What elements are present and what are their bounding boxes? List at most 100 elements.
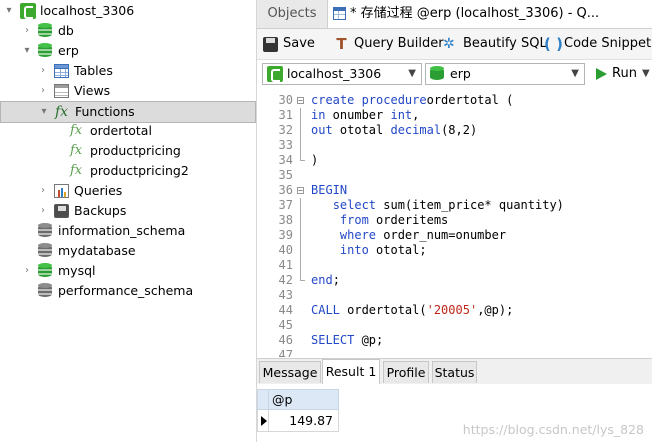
grid-cell-value: 149.87 (289, 413, 333, 428)
nav-item-backups[interactable]: › Backups (0, 201, 256, 221)
database-select[interactable]: erp ▼ (425, 63, 585, 85)
nav-item-label: db (58, 23, 74, 38)
result-tab-message[interactable]: Message (259, 361, 321, 383)
nav-item-mysql[interactable]: › mysql (0, 261, 256, 281)
sql-text: onumber (325, 108, 391, 122)
sql-text: (8,2) (441, 123, 478, 137)
chevron-right-icon[interactable]: › (38, 201, 48, 221)
query-builder-label: Query Builder (354, 36, 444, 51)
chevron-down-icon: ▼ (571, 68, 579, 79)
database-icon (38, 23, 54, 39)
chevron-right-icon[interactable]: › (38, 181, 48, 201)
row-pointer-icon (261, 416, 267, 426)
backup-icon (54, 203, 70, 219)
line-number: 39 (278, 228, 293, 242)
connection-icon (20, 3, 36, 19)
table-icon (54, 63, 70, 79)
result-tab-result-1[interactable]: Result 1 (322, 359, 380, 384)
row-header-divider (268, 390, 269, 409)
sql-string: '20005' (426, 303, 478, 317)
tab-objects[interactable]: Objects (257, 0, 328, 28)
chevron-down-icon[interactable]: ▾ (4, 1, 14, 21)
save-button[interactable]: Save (263, 29, 315, 59)
sql-keyword: out (311, 123, 333, 137)
code-snippet-button[interactable]: ( ) Code Snippet (544, 29, 652, 59)
connection-select-value: localhost_3306 (287, 66, 382, 81)
sql-keyword: select (332, 198, 377, 212)
function-icon: fx (70, 163, 83, 178)
line-number: 36 (278, 183, 293, 197)
sql-editor[interactable]: 30− create procedureordertotal (31 in onum… (257, 90, 652, 357)
nav-item-performance-schema[interactable]: performance_schema (0, 281, 256, 301)
chevron-down-icon[interactable]: ▼ (642, 63, 650, 85)
line-number: 47 (278, 348, 293, 357)
nav-item-label: productpricing2 (90, 163, 189, 178)
sql-keyword: into (339, 243, 369, 257)
magic-wand-icon: ✲ (443, 36, 455, 52)
nav-item-functions[interactable]: ▾ fx Functions (0, 101, 256, 123)
query-icon (54, 183, 70, 199)
result-tab-profile[interactable]: Profile (383, 361, 429, 383)
nav-item-localhost-3306[interactable]: ▾ localhost_3306 (0, 1, 256, 21)
line-number: 46 (278, 333, 293, 347)
line-number: 31 (278, 108, 293, 122)
play-icon (596, 68, 607, 80)
sql-text: ) (311, 153, 319, 167)
chevron-down-icon[interactable]: ▾ (39, 102, 49, 122)
chevron-right-icon[interactable]: › (22, 261, 32, 281)
nav-item-label: Functions (75, 104, 135, 119)
nav-item-tables[interactable]: › Tables (0, 61, 256, 81)
nav-item-label: performance_schema (58, 283, 194, 298)
fold-guide (300, 258, 301, 273)
sql-text: ototal (332, 123, 391, 137)
nav-item-erp[interactable]: ▾ erp (0, 41, 256, 61)
line-number: 37 (278, 198, 293, 212)
run-button[interactable]: Run ▼ (593, 63, 651, 85)
nav-item-label: erp (58, 43, 79, 58)
chevron-right-icon[interactable]: › (22, 21, 32, 41)
beautify-sql-button[interactable]: ✲ Beautify SQL (443, 29, 547, 59)
nav-item-ordertotal[interactable]: fx ordertotal (0, 121, 256, 141)
grid-cell[interactable]: 149.87 (257, 410, 339, 432)
navigation-tree: ▾ localhost_3306 › db ▾ erp › Tables › Views ▾ fx Fu… (0, 0, 257, 442)
nav-item-mydatabase[interactable]: mydatabase (0, 241, 256, 261)
query-builder-button[interactable]: T Query Builder (334, 29, 443, 59)
line-number: 40 (278, 243, 293, 257)
code-snippet-label: Code Snippet (564, 36, 652, 51)
nav-item-label: productpricing (90, 143, 181, 158)
tab-query-editor[interactable]: * 存储过程 @erp (localhost_3306) - Q... (328, 0, 652, 28)
function-icon: fx (70, 143, 83, 158)
watermark: https://blog.csdn.net/lys_828 (462, 422, 644, 437)
tab-bar: Objects * 存储过程 @erp (localhost_3306) - Q… (257, 0, 652, 29)
nav-item-db[interactable]: › db (0, 21, 256, 41)
connection-select[interactable]: localhost_3306 ▼ (262, 63, 422, 85)
hammer-icon: T (336, 35, 347, 53)
fold-toggle-icon[interactable]: − (297, 187, 304, 195)
toolbar: Save T Query Builder ✲ Beautify SQL ( ) … (257, 29, 652, 60)
nav-item-label: Backups (74, 203, 127, 218)
line-number: 38 (278, 213, 293, 227)
sql-keyword: BEGIN (311, 183, 348, 197)
nav-item-productpricing[interactable]: fx productpricing (0, 141, 256, 161)
line-number: 43 (278, 288, 293, 302)
fold-guide (300, 228, 301, 243)
chevron-right-icon[interactable]: › (38, 61, 48, 81)
nav-item-label: localhost_3306 (40, 3, 135, 18)
fold-toggle-icon[interactable]: − (297, 97, 304, 105)
grid-column-header[interactable]: @p (257, 389, 339, 410)
database-icon (430, 66, 444, 82)
result-tab-status[interactable]: Status (432, 361, 477, 383)
code-line: select sum(item_price* quantity) (311, 198, 564, 213)
chevron-down-icon[interactable]: ▾ (22, 41, 32, 61)
sql-text: order_num=onumber (376, 228, 507, 242)
nav-item-productpricing2[interactable]: fx productpricing2 (0, 161, 256, 181)
nav-item-information-schema[interactable]: information_schema (0, 221, 256, 241)
nav-item-queries[interactable]: › Queries (0, 181, 256, 201)
function-icon: fx (70, 123, 83, 138)
result-tab-bar: Message Result 1 Profile Status (257, 358, 652, 385)
chevron-right-icon[interactable]: › (38, 81, 48, 101)
nav-item-views[interactable]: › Views (0, 81, 256, 101)
nav-item-label: mydatabase (58, 243, 136, 258)
